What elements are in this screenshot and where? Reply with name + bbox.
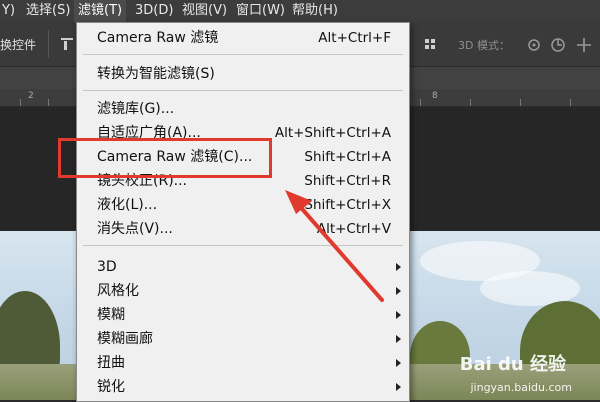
menu-item-label: 风格化 (97, 283, 139, 299)
menu-item-vanishing-point[interactable]: 消失点(V)... Alt+Ctrl+V (77, 217, 409, 241)
ruler-tick (20, 99, 21, 106)
menu-item-liquify[interactable]: 液化(L)... Shift+Ctrl+X (77, 193, 409, 217)
submenu-arrow-icon (396, 287, 401, 295)
watermark-brand: Bai du 经验 (459, 354, 566, 375)
menu-item-label: 扭曲 (97, 355, 125, 371)
options-separator (48, 30, 49, 58)
menu-item-last-filter[interactable]: Camera Raw 滤镜 Alt+Ctrl+F (77, 26, 409, 50)
submenu-arrow-icon (396, 383, 401, 391)
menu-item-label: 模糊 (97, 307, 125, 323)
menu-window[interactable]: 窗口(W) (232, 0, 289, 22)
submenu-arrow-icon (396, 263, 401, 271)
menu-item-shortcut: Shift+Ctrl+R (304, 173, 391, 189)
menu-select[interactable]: 选择(S) (22, 0, 74, 22)
submenu-arrow-icon (396, 311, 401, 319)
menu-3d[interactable]: 3D(D) (131, 0, 177, 22)
menu-item-blur-gallery-submenu[interactable]: 模糊画廊 (77, 327, 409, 351)
menu-item-label: 消失点(V)... (97, 221, 173, 237)
ruler-tick (570, 99, 571, 106)
menu-item-label: 转换为智能滤镜(S) (97, 66, 215, 82)
menu-separator (83, 245, 403, 246)
menu-item-label: 液化(L)... (97, 197, 158, 213)
menu-item-shortcut: Shift+Ctrl+X (304, 197, 391, 213)
align-top-icon[interactable] (60, 37, 74, 51)
3d-orbit-icon[interactable] (526, 37, 542, 53)
submenu-arrow-icon (396, 335, 401, 343)
ruler-tick (48, 99, 49, 106)
menu-item-label: 3D (97, 259, 117, 275)
menu-filter[interactable]: 滤镜(T) (74, 0, 127, 22)
menu-separator (83, 54, 403, 55)
menu-item-shortcut: Shift+Ctrl+A (304, 149, 391, 165)
menu-item-shortcut: Alt+Ctrl+V (316, 221, 391, 237)
menu-help[interactable]: 帮助(H) (288, 0, 342, 22)
menu-item-3d-submenu[interactable]: 3D (77, 255, 409, 279)
ruler-tick (520, 99, 521, 106)
menu-item-sharpen-submenu[interactable]: 锐化 (77, 375, 409, 399)
menu-item-label: 模糊画廊 (97, 331, 153, 347)
annotation-highlight-box (58, 138, 272, 178)
watermark-url: jingyan.baidu.com (470, 381, 572, 394)
menu-select-partial[interactable]: Y) (0, 0, 19, 22)
ruler-label: 2 (28, 91, 34, 101)
menu-item-distort-submenu[interactable]: 扭曲 (77, 351, 409, 375)
ruler-tick (420, 99, 421, 106)
submenu-arrow-icon (396, 359, 401, 367)
menu-separator (83, 90, 403, 91)
ruler-tick (470, 99, 471, 106)
menu-item-stylize-submenu[interactable]: 风格化 (77, 279, 409, 303)
3d-roll-icon[interactable] (550, 37, 566, 53)
ruler-label: 8 (432, 91, 438, 101)
menu-item-shortcut: Alt+Ctrl+F (318, 30, 391, 46)
menu-view[interactable]: 视图(V) (178, 0, 231, 22)
menu-item-blur-submenu[interactable]: 模糊 (77, 303, 409, 327)
menu-item-convert-smart-filter[interactable]: 转换为智能滤镜(S) (77, 62, 409, 86)
menu-item-filter-gallery[interactable]: 滤镜库(G)... (77, 97, 409, 121)
transform-controls-label[interactable]: 换控件 (0, 36, 36, 53)
distribute-icon[interactable] (423, 37, 437, 51)
3d-pan-icon[interactable] (576, 37, 592, 53)
menu-bar: Y) 选择(S) 滤镜(T) 3D(D) 视图(V) 窗口(W) 帮助(H) (0, 0, 600, 23)
3d-mode-label: 3D 模式： (458, 39, 510, 52)
filter-menu: Camera Raw 滤镜 Alt+Ctrl+F 转换为智能滤镜(S) 滤镜库(… (76, 22, 410, 402)
menu-item-label: 锐化 (97, 379, 125, 395)
menu-item-shortcut: Alt+Shift+Ctrl+A (274, 125, 391, 141)
menu-item-label: 滤镜库(G)... (97, 101, 175, 117)
menu-item-label: Camera Raw 滤镜 (97, 30, 219, 46)
